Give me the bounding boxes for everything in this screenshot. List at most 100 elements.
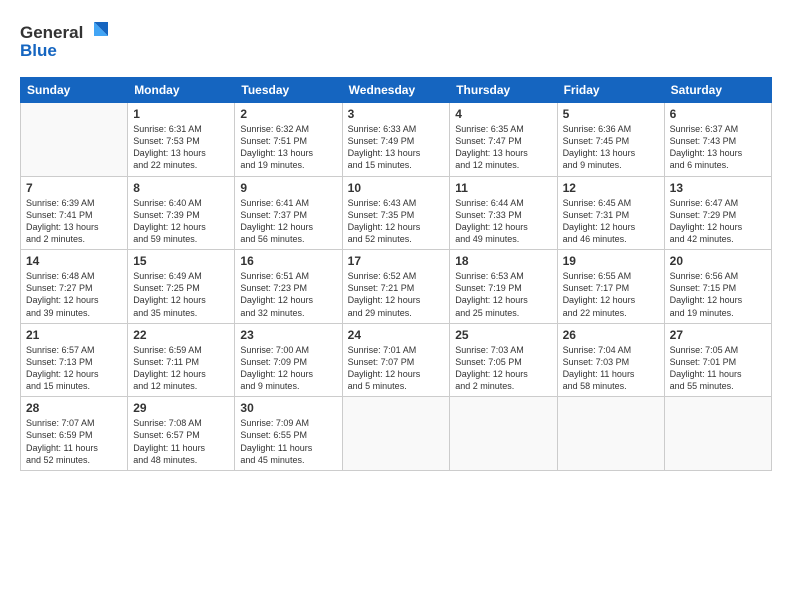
day-number: 14 xyxy=(26,254,122,268)
day-number: 30 xyxy=(240,401,336,415)
day-number: 21 xyxy=(26,328,122,342)
calendar-cell: 10 Sunrise: 6:43 AM Sunset: 7:35 PM Dayli… xyxy=(342,176,450,250)
day-info: Sunrise: 6:52 AM Sunset: 7:21 PM Dayligh… xyxy=(348,270,445,319)
day-number: 7 xyxy=(26,181,122,195)
day-number: 25 xyxy=(455,328,551,342)
calendar-cell xyxy=(557,397,664,471)
week-row-1: 1 Sunrise: 6:31 AM Sunset: 7:53 PM Daylig… xyxy=(21,103,772,177)
calendar-cell xyxy=(664,397,771,471)
day-info: Sunrise: 6:56 AM Sunset: 7:15 PM Dayligh… xyxy=(670,270,766,319)
day-number: 10 xyxy=(348,181,445,195)
day-info: Sunrise: 6:37 AM Sunset: 7:43 PM Dayligh… xyxy=(670,123,766,172)
day-number: 13 xyxy=(670,181,766,195)
day-info: Sunrise: 7:05 AM Sunset: 7:01 PM Dayligh… xyxy=(670,344,766,393)
day-number: 16 xyxy=(240,254,336,268)
week-row-3: 14 Sunrise: 6:48 AM Sunset: 7:27 PM Dayli… xyxy=(21,250,772,324)
calendar-cell: 21 Sunrise: 6:57 AM Sunset: 7:13 PM Dayli… xyxy=(21,323,128,397)
calendar-cell: 5 Sunrise: 6:36 AM Sunset: 7:45 PM Daylig… xyxy=(557,103,664,177)
day-number: 12 xyxy=(563,181,659,195)
day-info: Sunrise: 6:35 AM Sunset: 7:47 PM Dayligh… xyxy=(455,123,551,172)
day-info: Sunrise: 6:33 AM Sunset: 7:49 PM Dayligh… xyxy=(348,123,445,172)
week-row-2: 7 Sunrise: 6:39 AM Sunset: 7:41 PM Daylig… xyxy=(21,176,772,250)
weekday-header-tuesday: Tuesday xyxy=(235,78,342,103)
svg-text:Blue: Blue xyxy=(20,41,57,60)
logo-area: General Blue xyxy=(20,18,120,67)
day-info: Sunrise: 6:59 AM Sunset: 7:11 PM Dayligh… xyxy=(133,344,229,393)
weekday-header-friday: Friday xyxy=(557,78,664,103)
day-number: 28 xyxy=(26,401,122,415)
day-number: 17 xyxy=(348,254,445,268)
day-info: Sunrise: 6:48 AM Sunset: 7:27 PM Dayligh… xyxy=(26,270,122,319)
calendar-cell: 14 Sunrise: 6:48 AM Sunset: 7:27 PM Dayli… xyxy=(21,250,128,324)
day-number: 27 xyxy=(670,328,766,342)
calendar-cell: 16 Sunrise: 6:51 AM Sunset: 7:23 PM Dayli… xyxy=(235,250,342,324)
day-info: Sunrise: 6:41 AM Sunset: 7:37 PM Dayligh… xyxy=(240,197,336,246)
calendar-cell: 6Sunrise: 6:37 AM Sunset: 7:43 PM Daylig… xyxy=(664,103,771,177)
calendar-cell xyxy=(21,103,128,177)
day-number: 15 xyxy=(133,254,229,268)
svg-text:General: General xyxy=(20,23,83,42)
calendar-cell: 9 Sunrise: 6:41 AM Sunset: 7:37 PM Daylig… xyxy=(235,176,342,250)
calendar-cell: 2 Sunrise: 6:32 AM Sunset: 7:51 PM Daylig… xyxy=(235,103,342,177)
day-info: Sunrise: 7:03 AM Sunset: 7:05 PM Dayligh… xyxy=(455,344,551,393)
calendar-cell xyxy=(342,397,450,471)
day-info: Sunrise: 7:07 AM Sunset: 6:59 PM Dayligh… xyxy=(26,417,122,466)
weekday-header-row: SundayMondayTuesdayWednesdayThursdayFrid… xyxy=(21,78,772,103)
calendar-cell: 18Sunrise: 6:53 AM Sunset: 7:19 PM Dayli… xyxy=(450,250,557,324)
day-info: Sunrise: 6:40 AM Sunset: 7:39 PM Dayligh… xyxy=(133,197,229,246)
day-info: Sunrise: 6:43 AM Sunset: 7:35 PM Dayligh… xyxy=(348,197,445,246)
weekday-header-thursday: Thursday xyxy=(450,78,557,103)
weekday-header-wednesday: Wednesday xyxy=(342,78,450,103)
day-number: 8 xyxy=(133,181,229,195)
day-info: Sunrise: 6:36 AM Sunset: 7:45 PM Dayligh… xyxy=(563,123,659,172)
week-row-4: 21 Sunrise: 6:57 AM Sunset: 7:13 PM Dayli… xyxy=(21,323,772,397)
calendar-cell xyxy=(450,397,557,471)
day-info: Sunrise: 6:49 AM Sunset: 7:25 PM Dayligh… xyxy=(133,270,229,319)
calendar-cell: 13Sunrise: 6:47 AM Sunset: 7:29 PM Dayli… xyxy=(664,176,771,250)
calendar-cell: 17 Sunrise: 6:52 AM Sunset: 7:21 PM Dayli… xyxy=(342,250,450,324)
logo: General Blue xyxy=(20,18,120,67)
day-number: 3 xyxy=(348,107,445,121)
day-number: 26 xyxy=(563,328,659,342)
calendar-cell: 11Sunrise: 6:44 AM Sunset: 7:33 PM Dayli… xyxy=(450,176,557,250)
day-number: 4 xyxy=(455,107,551,121)
day-number: 22 xyxy=(133,328,229,342)
calendar-cell: 26Sunrise: 7:04 AM Sunset: 7:03 PM Dayli… xyxy=(557,323,664,397)
day-info: Sunrise: 7:09 AM Sunset: 6:55 PM Dayligh… xyxy=(240,417,336,466)
calendar-table: SundayMondayTuesdayWednesdayThursdayFrid… xyxy=(20,77,772,471)
calendar-cell: 15 Sunrise: 6:49 AM Sunset: 7:25 PM Dayli… xyxy=(128,250,235,324)
calendar-cell: 19 Sunrise: 6:55 AM Sunset: 7:17 PM Dayli… xyxy=(557,250,664,324)
calendar-cell: 25 Sunrise: 7:03 AM Sunset: 7:05 PM Dayli… xyxy=(450,323,557,397)
day-number: 19 xyxy=(563,254,659,268)
day-info: Sunrise: 7:08 AM Sunset: 6:57 PM Dayligh… xyxy=(133,417,229,466)
calendar-cell: 4 Sunrise: 6:35 AM Sunset: 7:47 PM Daylig… xyxy=(450,103,557,177)
calendar-cell: 3 Sunrise: 6:33 AM Sunset: 7:49 PM Daylig… xyxy=(342,103,450,177)
calendar-cell: 20 Sunrise: 6:56 AM Sunset: 7:15 PM Dayli… xyxy=(664,250,771,324)
day-number: 1 xyxy=(133,107,229,121)
weekday-header-monday: Monday xyxy=(128,78,235,103)
day-info: Sunrise: 6:32 AM Sunset: 7:51 PM Dayligh… xyxy=(240,123,336,172)
calendar-cell: 12Sunrise: 6:45 AM Sunset: 7:31 PM Dayli… xyxy=(557,176,664,250)
calendar-cell: 1 Sunrise: 6:31 AM Sunset: 7:53 PM Daylig… xyxy=(128,103,235,177)
day-info: Sunrise: 6:53 AM Sunset: 7:19 PM Dayligh… xyxy=(455,270,551,319)
calendar-cell: 23Sunrise: 7:00 AM Sunset: 7:09 PM Dayli… xyxy=(235,323,342,397)
day-number: 24 xyxy=(348,328,445,342)
day-number: 2 xyxy=(240,107,336,121)
day-number: 29 xyxy=(133,401,229,415)
day-info: Sunrise: 6:31 AM Sunset: 7:53 PM Dayligh… xyxy=(133,123,229,172)
calendar-cell: 8 Sunrise: 6:40 AM Sunset: 7:39 PM Daylig… xyxy=(128,176,235,250)
week-row-5: 28 Sunrise: 7:07 AM Sunset: 6:59 PM Dayli… xyxy=(21,397,772,471)
day-info: Sunrise: 6:51 AM Sunset: 7:23 PM Dayligh… xyxy=(240,270,336,319)
day-number: 5 xyxy=(563,107,659,121)
day-info: Sunrise: 6:39 AM Sunset: 7:41 PM Dayligh… xyxy=(26,197,122,246)
weekday-header-saturday: Saturday xyxy=(664,78,771,103)
day-info: Sunrise: 6:55 AM Sunset: 7:17 PM Dayligh… xyxy=(563,270,659,319)
weekday-header-sunday: Sunday xyxy=(21,78,128,103)
day-number: 20 xyxy=(670,254,766,268)
day-info: Sunrise: 7:01 AM Sunset: 7:07 PM Dayligh… xyxy=(348,344,445,393)
day-number: 9 xyxy=(240,181,336,195)
day-info: Sunrise: 6:57 AM Sunset: 7:13 PM Dayligh… xyxy=(26,344,122,393)
calendar-cell: 7 Sunrise: 6:39 AM Sunset: 7:41 PM Daylig… xyxy=(21,176,128,250)
calendar-page: General Blue SundayMondayTuesdayWednesda… xyxy=(0,0,792,612)
calendar-cell: 24 Sunrise: 7:01 AM Sunset: 7:07 PM Dayli… xyxy=(342,323,450,397)
